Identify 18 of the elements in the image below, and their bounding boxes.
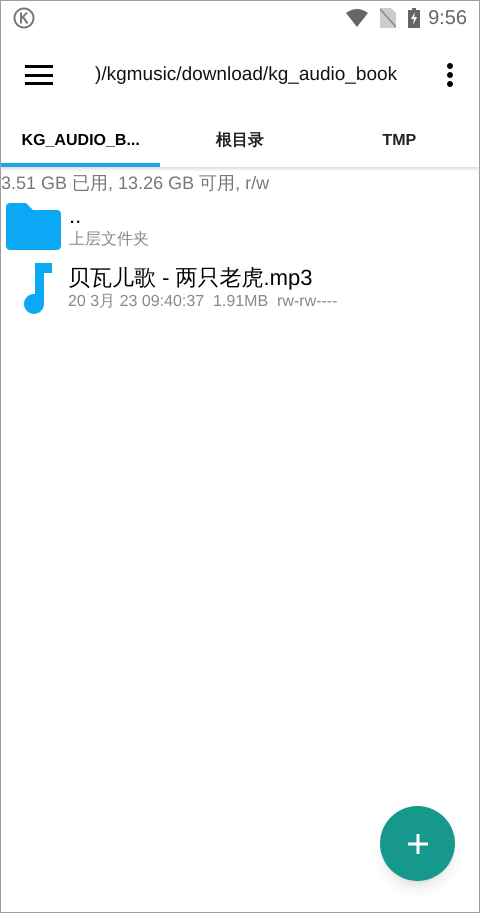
status-time: 9:56 [428,6,467,31]
more-options-icon[interactable] [447,63,453,87]
no-sim-icon [380,8,396,28]
tab[interactable]: KG_AUDIO_B... [1,115,160,167]
app-logo-icon [13,7,35,29]
file-details: 上层文件夹 [69,230,149,250]
plus-icon [408,834,428,854]
path-title: )/kgmusic/download/kg_audio_book [95,62,398,87]
storage-info: 3.51 GB 已用, 13.26 GB 可用, r/w [1,172,270,195]
folder-icon [6,202,61,250]
file-name: 贝瓦儿歌 - 两只老虎.mp3 [68,264,314,292]
battery-icon [408,8,420,28]
file-name: .. [69,202,82,230]
tab[interactable]: 根目录 [160,115,320,167]
menu-icon[interactable] [25,65,53,85]
tab[interactable]: TMP [320,115,479,167]
wifi-icon [346,9,368,27]
file-details: 20 3月 23 09:40:37 1.91MB rw-rw---- [68,292,338,312]
